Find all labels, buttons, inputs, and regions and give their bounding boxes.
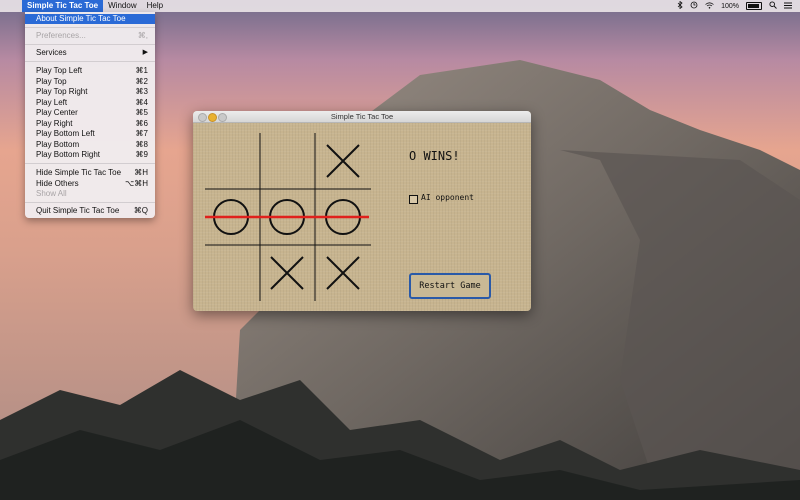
menu-item-play-left[interactable]: Play Left ⌘4	[25, 98, 155, 108]
menu-item-play-right[interactable]: Play Right ⌘6	[25, 119, 155, 129]
wifi-icon[interactable]	[705, 1, 714, 11]
zoom-icon[interactable]	[218, 113, 227, 122]
menu-item-play-bottom[interactable]: Play Bottom ⌘8	[25, 140, 155, 150]
menu-separator	[25, 44, 155, 45]
restart-game-button[interactable]: Restart Game	[409, 273, 491, 299]
menu-item-play-bottom-right[interactable]: Play Bottom Right ⌘9	[25, 150, 155, 160]
window-title: Simple Tic Tac Toe	[330, 112, 394, 121]
menu-separator	[25, 27, 155, 28]
menu-item-play-bottom-left[interactable]: Play Bottom Left ⌘7	[25, 129, 155, 139]
ai-opponent-checkbox[interactable]	[409, 195, 418, 204]
ai-opponent-label[interactable]: AI opponent	[421, 193, 474, 202]
app-menu[interactable]: Simple Tic Tac Toe	[22, 0, 104, 12]
minimize-icon[interactable]	[208, 113, 217, 122]
close-icon[interactable]	[198, 113, 207, 122]
menu-separator	[25, 163, 155, 164]
app-menu-dropdown: About Simple Tic Tac Toe Preferences... ⌘…	[25, 12, 155, 218]
list-icon[interactable]	[784, 2, 792, 11]
game-status: O WINS!	[409, 149, 460, 163]
board-cell-top-left[interactable]	[204, 134, 258, 188]
menu-item-preferences[interactable]: Preferences... ⌘,	[25, 31, 155, 41]
menu-item-services[interactable]: Services ▶	[25, 48, 155, 58]
menu-item-play-center[interactable]: Play Center ⌘5	[25, 108, 155, 118]
menu-item-play-top-right[interactable]: Play Top Right ⌘3	[25, 87, 155, 97]
search-icon[interactable]	[769, 1, 777, 11]
menu-item-hide-app[interactable]: Hide Simple Tic Tac Toe ⌘H	[25, 168, 155, 178]
menu-item-quit[interactable]: Quit Simple Tic Tac Toe ⌘Q	[25, 206, 155, 216]
time-machine-icon[interactable]	[690, 1, 698, 11]
menu-bar: Simple Tic Tac Toe Window Help 100%	[0, 0, 800, 12]
battery-percent: 100%	[721, 2, 739, 10]
menu-item-hide-others[interactable]: Hide Others ⌥⌘H	[25, 179, 155, 189]
game-board	[204, 133, 371, 301]
status-area: 100%	[677, 0, 792, 12]
window-titlebar[interactable]: Simple Tic Tac Toe	[193, 111, 531, 123]
chevron-right-icon: ▶	[142, 49, 148, 56]
menu-item-show-all[interactable]: Show All	[25, 189, 155, 199]
menu-separator	[25, 202, 155, 203]
board-cell-bottom-left[interactable]	[204, 246, 258, 300]
help-menu[interactable]: Help	[142, 0, 168, 12]
bluetooth-icon[interactable]	[677, 0, 683, 11]
menu-separator	[25, 61, 155, 62]
menu-item-play-top-left[interactable]: Play Top Left ⌘1	[25, 66, 155, 76]
menu-item-about[interactable]: About Simple Tic Tac Toe	[25, 14, 155, 24]
battery-icon[interactable]	[746, 2, 762, 10]
board-cell-top[interactable]	[260, 134, 314, 188]
menu-item-play-top[interactable]: Play Top ⌘2	[25, 77, 155, 87]
game-window: Simple Tic Tac Toe O WINS! AI opponent R…	[193, 111, 531, 311]
window-menu[interactable]: Window	[103, 0, 141, 12]
